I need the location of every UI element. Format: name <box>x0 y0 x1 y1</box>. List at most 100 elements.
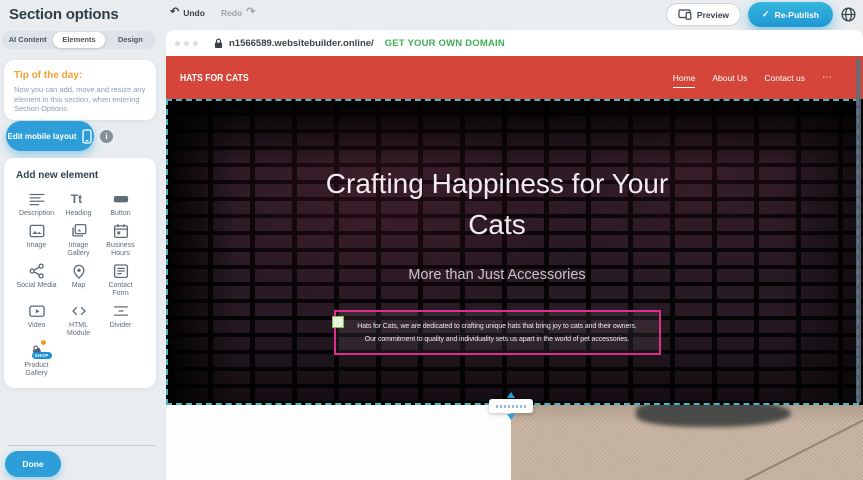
drag-handle-square[interactable] <box>332 316 344 328</box>
description-icon <box>28 190 46 208</box>
image-gallery-icon <box>70 222 88 240</box>
element-label: Divider <box>110 322 132 330</box>
new-badge-dot <box>40 339 47 346</box>
add-element-panel: Add new element Description Tt Heading B… <box>4 158 156 388</box>
redo-button[interactable]: Redo ↷ <box>221 7 255 18</box>
divider-icon <box>112 302 130 320</box>
heading-icon: Tt <box>70 190 88 208</box>
add-element-video[interactable]: Video <box>16 302 57 338</box>
site-url: n1566589.websitebuilder.online/ <box>229 38 374 49</box>
undo-label: Undo <box>183 8 205 18</box>
add-element-description[interactable]: Description <box>16 190 57 218</box>
button-icon <box>112 190 130 208</box>
phone-icon <box>82 129 92 144</box>
add-element-social-media[interactable]: Social Media <box>16 262 57 298</box>
website-builder-app: Section options ↶ Undo Redo ↷ Preview ✓ … <box>0 0 863 480</box>
resize-grip[interactable] <box>489 399 533 413</box>
contact-form-icon <box>112 262 130 280</box>
next-section-image <box>511 405 863 480</box>
tab-design[interactable]: Design <box>105 32 156 48</box>
product-gallery-icon: SHOP <box>28 342 46 360</box>
topbar-actions: Preview ✓ Re-Publish <box>666 2 857 27</box>
undo-button[interactable]: ↶ Undo <box>170 7 205 18</box>
tip-title: Tip of the day: <box>14 70 146 81</box>
history-controls: ↶ Undo Redo ↷ <box>170 7 255 18</box>
map-pin-icon <box>70 262 88 280</box>
nav-contact-us[interactable]: Contact us <box>764 73 805 83</box>
add-element-product-gallery[interactable]: SHOP Product Gallery <box>16 342 57 378</box>
preview-scrollbar[interactable] <box>856 58 861 403</box>
window-dot <box>175 41 180 46</box>
tab-elements[interactable]: Elements <box>53 32 104 48</box>
hero-body-line: Hats for Cats, we are dedicated to craft… <box>336 320 659 333</box>
hero-section[interactable]: Crafting Happiness for Your Cats More th… <box>166 99 863 405</box>
hero-heading[interactable]: Crafting Happiness for Your Cats <box>325 163 670 245</box>
grip-dots <box>496 405 526 408</box>
add-element-contact-form[interactable]: Contact Form <box>100 262 141 298</box>
window-dot <box>193 41 198 46</box>
nav-more-menu[interactable]: ⋯ <box>822 72 833 83</box>
preview-label: Preview <box>697 10 729 20</box>
element-label: Image <box>27 242 46 250</box>
element-label: HTML Module <box>58 322 99 338</box>
tip-of-the-day-card: Tip of the day: Now you can add, move an… <box>4 60 156 120</box>
hero-subheading[interactable]: More than Just Accessories <box>166 267 828 283</box>
element-label: Map <box>72 282 86 290</box>
add-element-divider[interactable]: Divider <box>100 302 141 338</box>
add-element-button[interactable]: Button <box>100 190 141 218</box>
video-icon <box>28 302 46 320</box>
redo-label: Redo <box>221 8 242 18</box>
site-preview: n1566589.websitebuilder.online/ GET YOUR… <box>166 30 863 480</box>
edit-mobile-layout-button[interactable]: Edit mobile layout <box>6 121 94 151</box>
element-label: Contact Form <box>100 282 141 298</box>
section-resize-handle[interactable] <box>488 392 534 420</box>
site-nav: Home About Us Contact us ⋯ <box>673 72 833 83</box>
window-dot <box>184 41 189 46</box>
check-icon: ✓ <box>762 9 770 20</box>
html-module-icon <box>70 302 88 320</box>
element-grid: Description Tt Heading Button Image <box>16 190 156 378</box>
element-label: Product Gallery <box>16 362 57 378</box>
info-icon[interactable]: i <box>100 130 113 143</box>
add-element-heading[interactable]: Tt Heading <box>58 190 99 218</box>
site-header: HATS FOR CATS Home About Us Contact us ⋯ <box>166 56 863 99</box>
add-element-title: Add new element <box>16 170 156 181</box>
edit-mobile-label: Edit mobile layout <box>8 132 77 141</box>
language-globe-icon[interactable] <box>840 6 857 23</box>
browser-chrome-bar: n1566589.websitebuilder.online/ GET YOUR… <box>166 30 863 56</box>
tip-body: Now you can add, move and resize any ele… <box>14 85 146 114</box>
get-domain-link[interactable]: GET YOUR OWN DOMAIN <box>385 38 505 49</box>
devices-icon <box>678 9 692 20</box>
element-label: Social Media <box>16 282 56 290</box>
add-element-map[interactable]: Map <box>58 262 99 298</box>
add-element-business-hours[interactable]: Business Hours <box>100 222 141 258</box>
done-button[interactable]: Done <box>5 451 61 477</box>
element-label: Description <box>19 210 54 218</box>
element-label: Business Hours <box>100 242 141 258</box>
nav-about-us[interactable]: About Us <box>712 73 747 83</box>
tab-ai-content[interactable]: AI Content <box>2 32 53 48</box>
site-logo[interactable]: HATS FOR CATS <box>180 72 249 84</box>
preview-button[interactable]: Preview <box>666 3 741 26</box>
hero-text-box-selected[interactable]: Hats for Cats, we are dedicated to craft… <box>334 310 661 355</box>
republish-button[interactable]: ✓ Re-Publish <box>748 2 833 27</box>
next-section-left <box>166 405 511 480</box>
shop-badge: SHOP <box>32 352 52 359</box>
redo-icon: ↷ <box>246 7 255 18</box>
add-element-html-module[interactable]: HTML Module <box>58 302 99 338</box>
svg-text:Tt: Tt <box>70 192 81 206</box>
element-label: Heading <box>65 210 91 218</box>
cat-shadow-shape <box>636 405 791 427</box>
business-hours-icon <box>112 222 130 240</box>
add-element-image[interactable]: Image <box>16 222 57 258</box>
hero-body-line: Our commitment to quality and individual… <box>336 333 659 346</box>
undo-icon: ↶ <box>170 7 179 18</box>
sidebar-tabs: AI Content Elements Design <box>2 31 156 49</box>
arrow-down-icon <box>507 414 515 420</box>
social-media-icon <box>28 262 46 280</box>
element-label: Button <box>110 210 130 218</box>
nav-home[interactable]: Home <box>673 73 696 88</box>
lock-icon <box>214 38 223 49</box>
add-element-image-gallery[interactable]: Image Gallery <box>58 222 99 258</box>
image-icon <box>28 222 46 240</box>
